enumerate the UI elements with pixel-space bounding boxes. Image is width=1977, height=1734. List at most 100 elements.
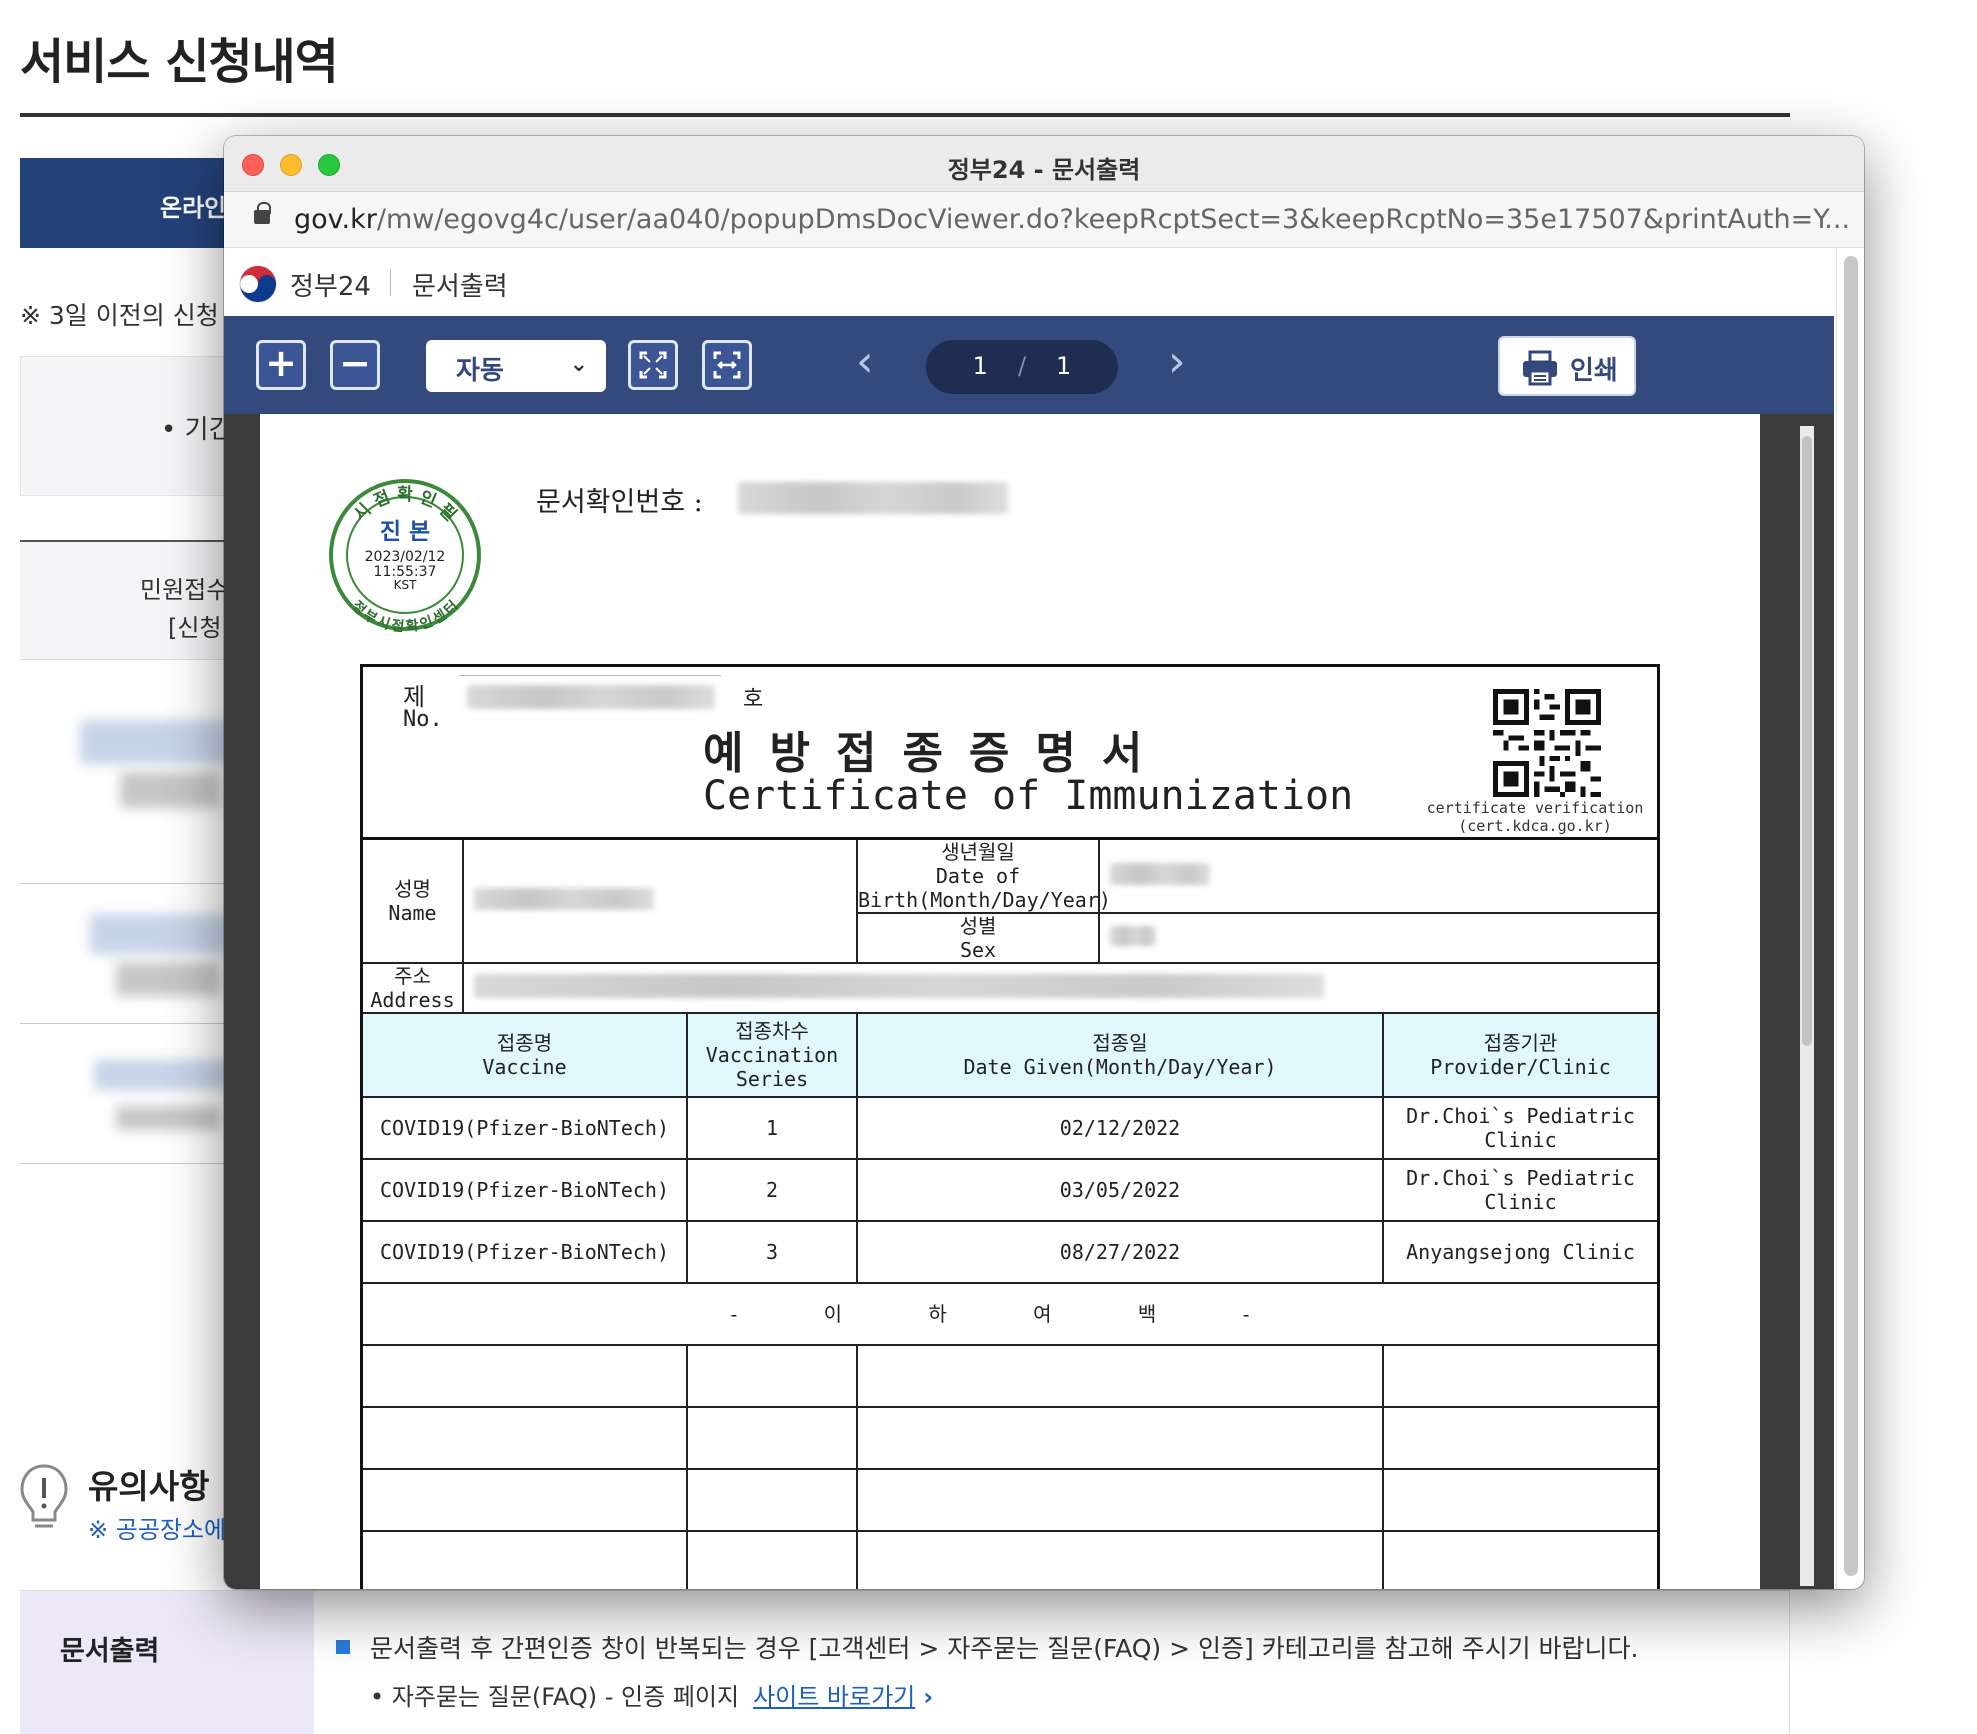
- col-provider-kor: 접종기관: [1483, 1031, 1558, 1055]
- seal-center-text: 진 본: [380, 519, 430, 545]
- qr-caption-line2: (cert.kdca.go.kr): [1458, 817, 1612, 835]
- doc-verification-label: 문서확인번호 :: [536, 487, 703, 518]
- prev-page-icon: ‹: [856, 336, 874, 387]
- cert-no-suffix: 호: [743, 687, 764, 712]
- empty-row: [363, 1344, 1657, 1408]
- lock-icon: [254, 202, 271, 224]
- table-row: COVID19(Pfizer-BioNTech) 3 08/27/2022 An…: [363, 1220, 1657, 1284]
- title-divider: [20, 113, 1790, 117]
- chevron-down-icon: ⌄: [569, 352, 588, 377]
- sex-label-kor: 성별: [959, 914, 997, 938]
- zoom-out-button[interactable]: −: [330, 340, 380, 390]
- page-total: 1: [1056, 352, 1072, 380]
- date-cell: 08/27/2022: [856, 1220, 1384, 1284]
- url-text[interactable]: gov.kr/mw/egovg4c/user/aa040/popupDmsDoc…: [294, 204, 1850, 235]
- print-button[interactable]: 인쇄: [1498, 336, 1636, 396]
- address-bar[interactable]: gov.kr/mw/egovg4c/user/aa040/popupDmsDoc…: [224, 192, 1864, 248]
- footer-faq-line: • 자주묻는 질문(FAQ) - 인증 페이지 사이트 바로가기 ›: [370, 1677, 933, 1712]
- chevron-right-icon: ›: [923, 1683, 934, 1711]
- site-shortcut-link[interactable]: 사이트 바로가기: [753, 1683, 915, 1711]
- window-titlebar: 정부24 - 문서출력: [224, 136, 1864, 192]
- fit-page-icon: [639, 351, 667, 379]
- viewer-scrollbar[interactable]: [1800, 426, 1814, 1586]
- footer-faq-text: • 자주묻는 질문(FAQ) - 인증 페이지: [370, 1683, 740, 1711]
- lightbulb-icon: [20, 1464, 68, 1528]
- cert-no-underline: [459, 675, 721, 676]
- page-indicator: 1 / 1: [926, 340, 1118, 394]
- name-value-redacted: [474, 887, 654, 910]
- cert-no-label-eng: No.: [403, 707, 443, 732]
- filter-period-label: • 기긴: [161, 415, 233, 445]
- url-host: gov.kr: [294, 204, 377, 235]
- name-value-cell: [462, 837, 858, 964]
- cert-number-redacted: [467, 685, 715, 709]
- viewer-scrollbar-thumb[interactable]: [1802, 436, 1812, 1046]
- fit-width-icon: [713, 351, 741, 379]
- col-date-kor: 접종일: [1092, 1031, 1148, 1055]
- zoom-in-button[interactable]: +: [256, 340, 306, 390]
- sex-label-cell: 성별 Sex: [857, 912, 1100, 964]
- series-cell: 1: [686, 1096, 858, 1160]
- empty-row: [363, 1468, 1657, 1532]
- zoom-out-icon: −: [339, 341, 371, 385]
- table-row: COVID19(Pfizer-BioNTech) 1 02/12/2022 Dr…: [363, 1096, 1657, 1160]
- series-cell: 2: [686, 1158, 858, 1222]
- site-header: 정부24 문서출력: [224, 248, 1834, 316]
- document-page: 시 점 확 인 필 정부시점확인센터 진 본 2023/02/12 11:55:…: [260, 414, 1760, 1589]
- provider-cell: Dr.Choi`s Pediatric Clinic: [1382, 1096, 1657, 1160]
- dob-value-cell: [1098, 837, 1657, 914]
- col-provider-header: 접종기관 Provider/Clinic: [1382, 1012, 1657, 1098]
- address-value-cell: [462, 962, 1657, 1014]
- fit-page-button[interactable]: [628, 340, 678, 390]
- prev-page-button[interactable]: ‹: [856, 340, 874, 384]
- page-separator: /: [1017, 352, 1027, 380]
- name-label-kor: 성명: [394, 877, 431, 901]
- window-scrollbar[interactable]: [1836, 248, 1864, 1589]
- col-date-header: 접종일 Date Given(Month/Day/Year): [856, 1012, 1384, 1098]
- window-scrollbar-thumb[interactable]: [1844, 256, 1858, 1576]
- footer-section: 문서출력 문서출력 후 간편인증 창이 반복되는 경우 [고객센터 > 자주묻는…: [20, 1590, 1790, 1734]
- next-page-icon: ›: [1168, 336, 1186, 387]
- gov-logo-icon: [239, 265, 277, 303]
- vaccine-cell: COVID19(Pfizer-BioNTech): [363, 1096, 688, 1160]
- viewer-toolbar: + − 자동 ⌄ ‹ 1 / 1 › 인쇄: [224, 316, 1834, 414]
- seal-timezone: KST: [394, 578, 417, 592]
- footer-label: 문서출력: [60, 1636, 160, 1667]
- window-title: 정부24 - 문서출력: [947, 156, 1141, 184]
- header-separator: [390, 270, 391, 296]
- col-series-header: 접종차수 Vaccination Series: [686, 1012, 858, 1098]
- fit-width-button[interactable]: [702, 340, 752, 390]
- qr-caption: certificate verification (cert.kdca.go.k…: [1407, 799, 1663, 835]
- zoom-in-icon: +: [265, 341, 297, 385]
- url-path: /mw/egovg4c/user/aa040/popupDmsDocViewer…: [376, 204, 1851, 235]
- name-label-eng: Name: [388, 901, 437, 925]
- footer-info-text: 문서출력 후 간편인증 창이 반복되는 경우 [고객센터 > 자주묻는 질문(F…: [370, 1634, 1639, 1663]
- vaccine-cell: COVID19(Pfizer-BioNTech): [363, 1220, 688, 1284]
- certificate-table: 성명 Name 생년월일 Date of Birth(Month/Day/Year)…: [363, 837, 1657, 1589]
- timestamp-seal: 시 점 확 인 필 정부시점확인센터 진 본 2023/02/12 11:55:…: [329, 479, 481, 632]
- vaccine-cell: COVID19(Pfizer-BioNTech): [363, 1158, 688, 1222]
- dob-label-kor: 생년월일: [941, 840, 1015, 864]
- dob-label-cell: 생년월일 Date of Birth(Month/Day/Year): [856, 837, 1111, 914]
- end-of-list-marker: - 이 하 여 백 -: [363, 1282, 1657, 1346]
- next-page-button[interactable]: ›: [1168, 340, 1186, 384]
- page-current[interactable]: 1: [973, 352, 988, 380]
- col-vaccine-kor: 접종명: [496, 1031, 553, 1055]
- site-name[interactable]: 정부24: [290, 266, 371, 303]
- sex-value-redacted: [1110, 925, 1156, 946]
- dob-label-eng: Date of Birth(Month/Day/Year): [858, 864, 1111, 912]
- page-title: 서비스 신청내역: [20, 34, 339, 90]
- col-vaccine-header: 접종명 Vaccine: [363, 1012, 688, 1098]
- address-label-cell: 주소 Address: [363, 962, 464, 1014]
- site-page-title: 문서출력: [412, 272, 508, 302]
- provider-cell: Dr.Choi`s Pediatric Clinic: [1382, 1158, 1657, 1222]
- immunization-certificate: 제 No. 호 예방접종증명서 Certificate of Immunizat…: [360, 664, 1660, 1589]
- document-viewer[interactable]: 시 점 확 인 필 정부시점확인센터 진 본 2023/02/12 11:55:…: [224, 414, 1834, 1589]
- zoom-mode-select[interactable]: 자동 ⌄: [426, 340, 606, 392]
- sex-label-eng: Sex: [959, 938, 997, 962]
- col-provider-eng: Provider/Clinic: [1430, 1055, 1611, 1079]
- footer-label-cell: 문서출력: [20, 1591, 314, 1734]
- seal-date: 2023/02/12: [365, 549, 446, 565]
- col-series-eng: Vaccination Series: [705, 1043, 839, 1091]
- list-header-receipt: 민원접수: [140, 576, 229, 604]
